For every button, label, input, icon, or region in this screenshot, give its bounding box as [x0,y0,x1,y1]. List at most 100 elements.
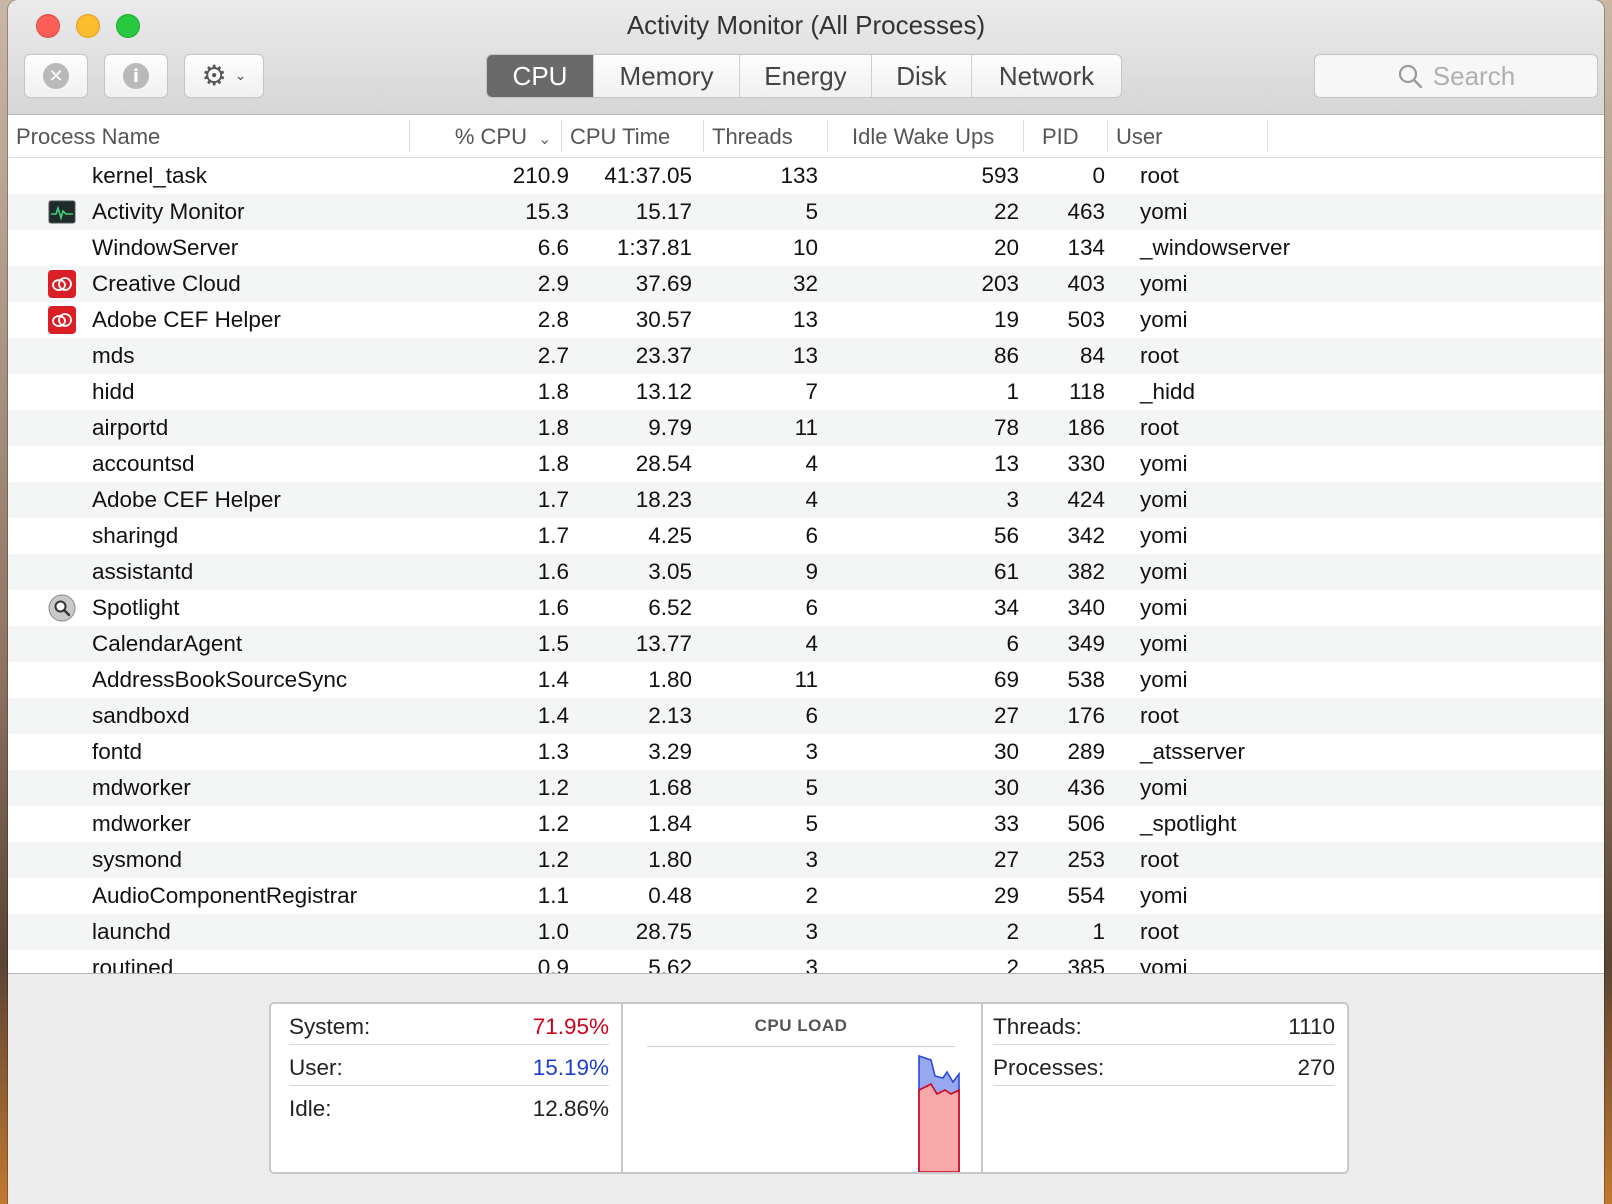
idle-wake-ups-cell: 19 [993,307,1019,332]
process-name-cell: mdworker [92,811,191,836]
threads-cell: 3 [805,955,818,974]
table-row[interactable]: AudioComponentRegistrar 1.1 0.48 2 29 554 yomi [8,878,1604,914]
gear-icon: ⚙ [201,59,227,92]
spotlight-icon [48,594,76,622]
table-row[interactable]: Adobe CEF Helper 1.7 18.23 4 3 424 yomi [8,482,1604,518]
table-row[interactable]: mds 2.7 23.37 13 86 84 root [8,338,1604,374]
table-row[interactable]: CalendarAgent 1.5 13.77 4 6 349 yomi [8,626,1604,662]
processes-stat: Processes: 270 [993,1045,1335,1086]
cpu-time-cell: 28.75 [635,919,692,944]
search-field[interactable]: Search [1314,54,1598,98]
pid-cell: 186 [1067,415,1105,440]
process-table: Process Name % CPU ⌄ CPU Time Threads Id… [8,115,1604,974]
pid-cell: 554 [1067,883,1105,908]
column-header-user[interactable]: User [1108,120,1268,152]
column-header-idle-wake-ups[interactable]: Idle Wake Ups [828,120,1024,152]
actions-menu-button[interactable]: ⚙ ⌄ [184,54,264,98]
table-row[interactable]: accountsd 1.8 28.54 4 13 330 yomi [8,446,1604,482]
activity-monitor-window: Activity Monitor (All Processes) ✕ i ⚙ ⌄… [8,0,1604,1204]
cpu-percent-cell: 1.7 [537,487,569,512]
table-row[interactable]: mdworker 1.2 1.68 5 30 436 yomi [8,770,1604,806]
user-cell: yomi [1140,595,1188,620]
table-row[interactable]: Spotlight 1.6 6.52 6 34 340 yomi [8,590,1604,626]
process-name-cell: sysmond [92,847,183,872]
pid-cell: 253 [1067,847,1105,872]
column-header-pid[interactable]: PID [1024,120,1108,152]
column-header-threads[interactable]: Threads [704,120,828,152]
cpu-percent-cell: 1.1 [537,883,569,908]
idle-wake-ups-cell: 6 [1006,631,1019,656]
system-label: System: [289,1014,371,1039]
cpu-time-cell: 28.54 [635,451,692,476]
user-stat: User: 15.19% [289,1045,609,1086]
threads-cell: 4 [805,451,818,476]
processes-value: 270 [1297,1055,1335,1080]
pid-cell: 330 [1067,451,1105,476]
pid-cell: 340 [1067,595,1105,620]
cpu-percent-cell: 1.7 [537,523,569,548]
threads-cell: 6 [805,703,818,728]
column-header-process-name[interactable]: Process Name [8,120,410,152]
inspect-process-button[interactable]: i [104,54,168,98]
system-load-area [918,1082,960,1172]
table-row[interactable]: sharingd 1.7 4.25 6 56 342 yomi [8,518,1604,554]
table-row[interactable]: fontd 1.3 3.29 3 30 289 _atsserver [8,734,1604,770]
tab-cpu[interactable]: CPU [487,55,593,97]
table-row[interactable]: assistantd 1.6 3.05 9 61 382 yomi [8,554,1604,590]
user-cell: _hidd [1140,379,1196,404]
tab-energy[interactable]: Energy [739,55,871,97]
table-row[interactable]: Activity Monitor 15.3 15.17 5 22 463 yomi [8,194,1604,230]
user-value: 15.19% [532,1055,609,1080]
cpu-percent-cell: 1.0 [537,919,569,944]
process-name-cell: routined [92,955,174,974]
cpu-load-graph: CPU LOAD [621,1004,983,1172]
table-row[interactable]: WindowServer 6.6 1:37.81 10 20 134 _windowserv… [8,230,1604,266]
process-name-cell: mdworker [92,775,191,800]
threads-value: 1110 [1288,1014,1335,1039]
table-row[interactable]: Creative Cloud 2.9 37.69 32 203 403 yomi [8,266,1604,302]
table-row[interactable]: kernel_task 210.9 41:37.05 133 593 0 root [8,158,1604,194]
user-cell: yomi [1140,487,1188,512]
user-cell: yomi [1140,559,1188,584]
cpu-percent-cell: 1.4 [537,667,569,692]
user-cell: yomi [1140,199,1188,224]
user-cell: _atsserver [1140,739,1246,764]
user-cell: root [1140,847,1179,872]
cpu-percent-cell: 1.2 [537,811,569,836]
table-row[interactable]: routined 0.9 5.62 3 2 385 yomi [8,950,1604,974]
cpu-time-cell: 1:37.81 [616,235,692,260]
tab-memory[interactable]: Memory [593,55,739,97]
cpu-time-cell: 5.62 [648,955,692,974]
threads-cell: 11 [794,415,818,440]
cpu-time-cell: 0.48 [648,883,692,908]
table-row[interactable]: mdworker 1.2 1.84 5 33 506 _spotlight [8,806,1604,842]
threads-cell: 2 [805,883,818,908]
table-row[interactable]: AddressBookSourceSync 1.4 1.80 11 69 538 yomi [8,662,1604,698]
user-cell: root [1140,703,1179,728]
pid-cell: 424 [1067,487,1105,512]
cpu-percent-cell: 1.2 [537,775,569,800]
table-row[interactable]: launchd 1.0 28.75 3 2 1 root [8,914,1604,950]
table-row[interactable]: sandboxd 1.4 2.13 6 27 176 root [8,698,1604,734]
user-cell: yomi [1140,775,1188,800]
column-header-cpu-time[interactable]: CPU Time [562,120,704,152]
process-name-cell: Spotlight [92,595,180,620]
tab-network[interactable]: Network [971,55,1121,97]
threads-cell: 7 [805,379,818,404]
stop-process-button[interactable]: ✕ [24,54,88,98]
user-label: User: [289,1055,343,1080]
cpu-load-chart [918,1054,960,1172]
table-row[interactable]: Adobe CEF Helper 2.8 30.57 13 19 503 yomi [8,302,1604,338]
idle-label: Idle: [289,1096,332,1121]
table-row[interactable]: hidd 1.8 13.12 7 1 118 _hidd [8,374,1604,410]
idle-wake-ups-cell: 593 [981,163,1019,188]
table-row[interactable]: airportd 1.8 9.79 11 78 186 root [8,410,1604,446]
cpu-time-cell: 15.17 [635,199,692,224]
tab-disk[interactable]: Disk [871,55,971,97]
threads-cell: 9 [805,559,818,584]
user-cell: root [1140,163,1179,188]
idle-wake-ups-cell: 34 [993,595,1019,620]
table-row[interactable]: sysmond 1.2 1.80 3 27 253 root [8,842,1604,878]
process-name-cell: mds [92,343,135,368]
pid-cell: 342 [1067,523,1105,548]
